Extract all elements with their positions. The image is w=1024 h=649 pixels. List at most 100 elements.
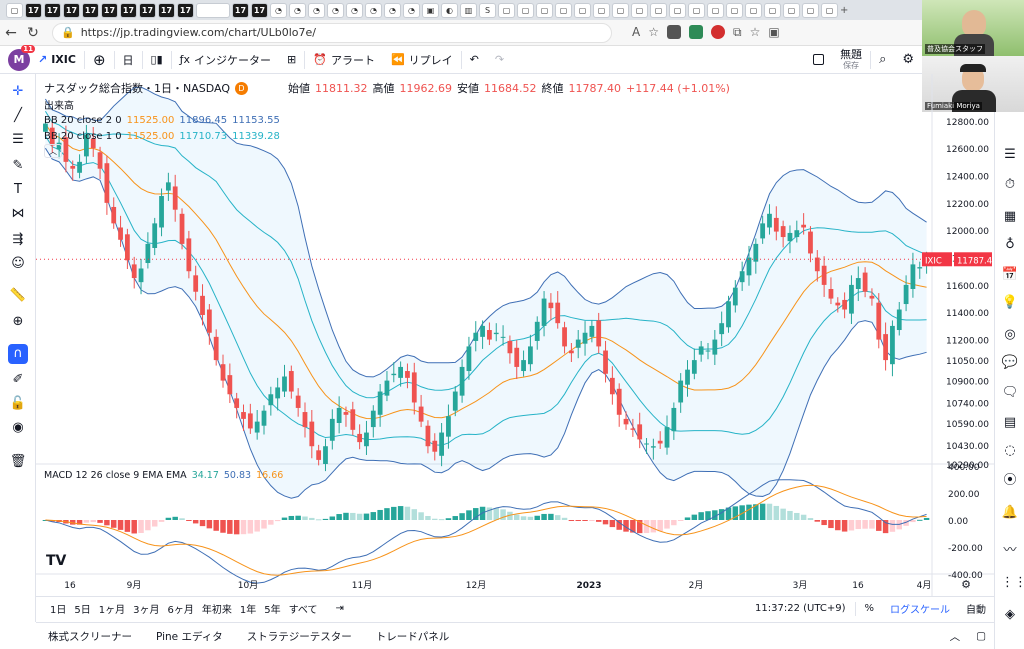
prediction-icon[interactable]: ⇶	[8, 230, 28, 250]
lock-drawing-icon[interactable]: ✐	[8, 370, 28, 390]
browser-tab[interactable]: ◔	[327, 2, 344, 18]
go-to-date-icon[interactable]: ⇥	[336, 603, 344, 614]
browser-tab[interactable]: ▢	[574, 2, 591, 18]
panel-tab[interactable]: トレードパネル	[364, 629, 462, 644]
chevron-up-icon[interactable]: ︿	[942, 629, 969, 644]
range-button[interactable]: 6ヶ月	[164, 601, 198, 616]
pattern-icon[interactable]: ⋈	[8, 204, 28, 224]
eye-icon[interactable]: ◉	[8, 418, 28, 438]
legend-title[interactable]: ナスダック総合指数・1日・NASDAQ	[44, 80, 230, 96]
trash-icon[interactable]: 🗑	[8, 452, 28, 472]
extension-icon[interactable]	[666, 25, 681, 39]
indicators-button[interactable]: ƒx インジケーター	[172, 46, 279, 74]
symbol-search[interactable]: ↗ IXIC	[30, 46, 84, 74]
data-window-icon[interactable]: ▦	[1001, 208, 1019, 226]
browser-tab[interactable]: 17	[139, 2, 156, 18]
range-button[interactable]: 1年	[236, 601, 260, 616]
favorite-icon[interactable]: ☆	[648, 25, 659, 40]
browser-tab[interactable]: ▢	[536, 2, 553, 18]
browser-tab[interactable]: 17	[63, 2, 80, 18]
browser-tab[interactable]: 17	[177, 2, 194, 18]
browser-tab[interactable]: ▢	[6, 2, 23, 18]
panel-tab[interactable]: Pine エディタ	[144, 629, 235, 644]
browser-tab[interactable]: ▢	[726, 2, 743, 18]
range-button[interactable]: 3ヶ月	[129, 601, 163, 616]
search-button[interactable]: ⌕	[871, 46, 894, 74]
emoji-icon[interactable]: ☺	[8, 254, 28, 274]
interval-button[interactable]: 日	[115, 46, 142, 74]
favorites-bar-icon[interactable]: ☆	[750, 25, 761, 40]
lock-icon[interactable]: 🔓	[8, 394, 28, 414]
chart-style-button[interactable]: ▯▮	[143, 46, 171, 74]
percent-toggle[interactable]: %	[856, 603, 882, 614]
browser-tab[interactable]: ▢	[783, 2, 800, 18]
dots-grid-icon[interactable]: ⋮⋮	[1001, 574, 1024, 592]
new-tab-button[interactable]: +	[840, 5, 848, 16]
browser-tab[interactable]: 17	[25, 2, 42, 18]
browser-tab[interactable]: ▣	[422, 2, 439, 18]
compare-button[interactable]: ⊕	[85, 46, 114, 74]
settings-button[interactable]: ⚙	[894, 46, 922, 74]
browser-tab[interactable]: ▢	[764, 2, 781, 18]
browser-tab[interactable]: 17	[251, 2, 268, 18]
volume-label[interactable]: 出来高	[44, 97, 74, 112]
extension-icon[interactable]	[710, 25, 725, 39]
browser-tab[interactable]: ◔	[270, 2, 287, 18]
panel-tab[interactable]: ストラテジーテスター	[235, 629, 364, 644]
collections-icon[interactable]: ▣	[768, 25, 779, 40]
browser-tab[interactable]: ▢	[593, 2, 610, 18]
ruler-icon[interactable]: 📏	[8, 286, 28, 306]
zoom-icon[interactable]: ⊕	[8, 312, 28, 332]
wave-icon[interactable]: 〰	[1001, 542, 1019, 560]
maximize-icon[interactable]: ▢	[968, 630, 994, 642]
browser-tab[interactable]: ◔	[365, 2, 382, 18]
replay-button[interactable]: ⏪ リプレイ	[383, 46, 461, 74]
browser-tab[interactable]: ▢	[555, 2, 572, 18]
browser-tab[interactable]: 17	[232, 2, 249, 18]
trendline-icon[interactable]: ╱	[8, 106, 28, 126]
browser-tab[interactable]: ◔	[289, 2, 306, 18]
log-scale-toggle[interactable]: ログスケール	[882, 601, 958, 616]
crosshair-icon[interactable]: ✛	[8, 82, 28, 102]
legend-collapse-button[interactable]: ︿	[44, 144, 62, 158]
auto-scale-toggle[interactable]: 自動	[958, 601, 994, 616]
bell-icon[interactable]: 🔔	[1001, 504, 1019, 522]
macd-label[interactable]: MACD 12 26 close 9 EMA EMA	[44, 470, 187, 481]
watchlist-icon[interactable]: ☰	[1001, 146, 1019, 164]
read-aloud-icon[interactable]: A	[632, 25, 640, 40]
browser-tab[interactable]: ▢	[745, 2, 762, 18]
reload-icon[interactable]: ↻	[22, 22, 44, 44]
browser-tab[interactable]: ▢	[669, 2, 686, 18]
axis-settings-gear-icon[interactable]: ⚙	[961, 578, 971, 591]
bb1-label[interactable]: BB 20 close 2 0	[44, 115, 122, 126]
hint-icon[interactable]: ◌	[1001, 442, 1019, 460]
browser-tab-active[interactable]: 17 ×	[196, 2, 230, 18]
alert-button[interactable]: ⏰ アラート	[305, 46, 383, 74]
magnet-icon[interactable]: ∩	[8, 344, 28, 364]
hotlist-icon[interactable]: ♁	[1001, 236, 1019, 254]
browser-tab[interactable]: ▢	[498, 2, 515, 18]
range-button[interactable]: 5日	[70, 601, 94, 616]
messages-icon[interactable]: 🗨	[1001, 384, 1019, 402]
url-field[interactable]: 🔒 https://jp.tradingview.com/chart/ULb0l…	[52, 22, 612, 43]
browser-tab[interactable]: ▢	[517, 2, 534, 18]
redo-button[interactable]: ↷	[487, 46, 512, 74]
layers-icon[interactable]: ◈	[1001, 606, 1019, 624]
puzzle-icon[interactable]: ⧉	[733, 25, 742, 40]
browser-tab[interactable]: 17	[101, 2, 118, 18]
range-button[interactable]: 1ヶ月	[95, 601, 129, 616]
streams-icon[interactable]: ◎	[1001, 326, 1019, 344]
pulse-icon[interactable]: ⦿	[1001, 472, 1019, 490]
browser-tab[interactable]: 17	[120, 2, 137, 18]
browser-tab[interactable]: ▥	[460, 2, 477, 18]
range-button[interactable]: 1日	[46, 601, 70, 616]
browser-tab[interactable]: ▢	[821, 2, 838, 18]
browser-tab[interactable]: 17	[158, 2, 175, 18]
ideas-icon[interactable]: 💡	[1001, 294, 1019, 312]
chat-icon[interactable]: 💬	[1001, 354, 1019, 372]
range-button[interactable]: すべて	[285, 601, 322, 616]
bb2-label[interactable]: BB 20 close 1 0	[44, 131, 122, 142]
browser-tab[interactable]: ▢	[707, 2, 724, 18]
news-icon[interactable]: ▤	[1001, 414, 1019, 432]
browser-tab[interactable]: ▢	[802, 2, 819, 18]
